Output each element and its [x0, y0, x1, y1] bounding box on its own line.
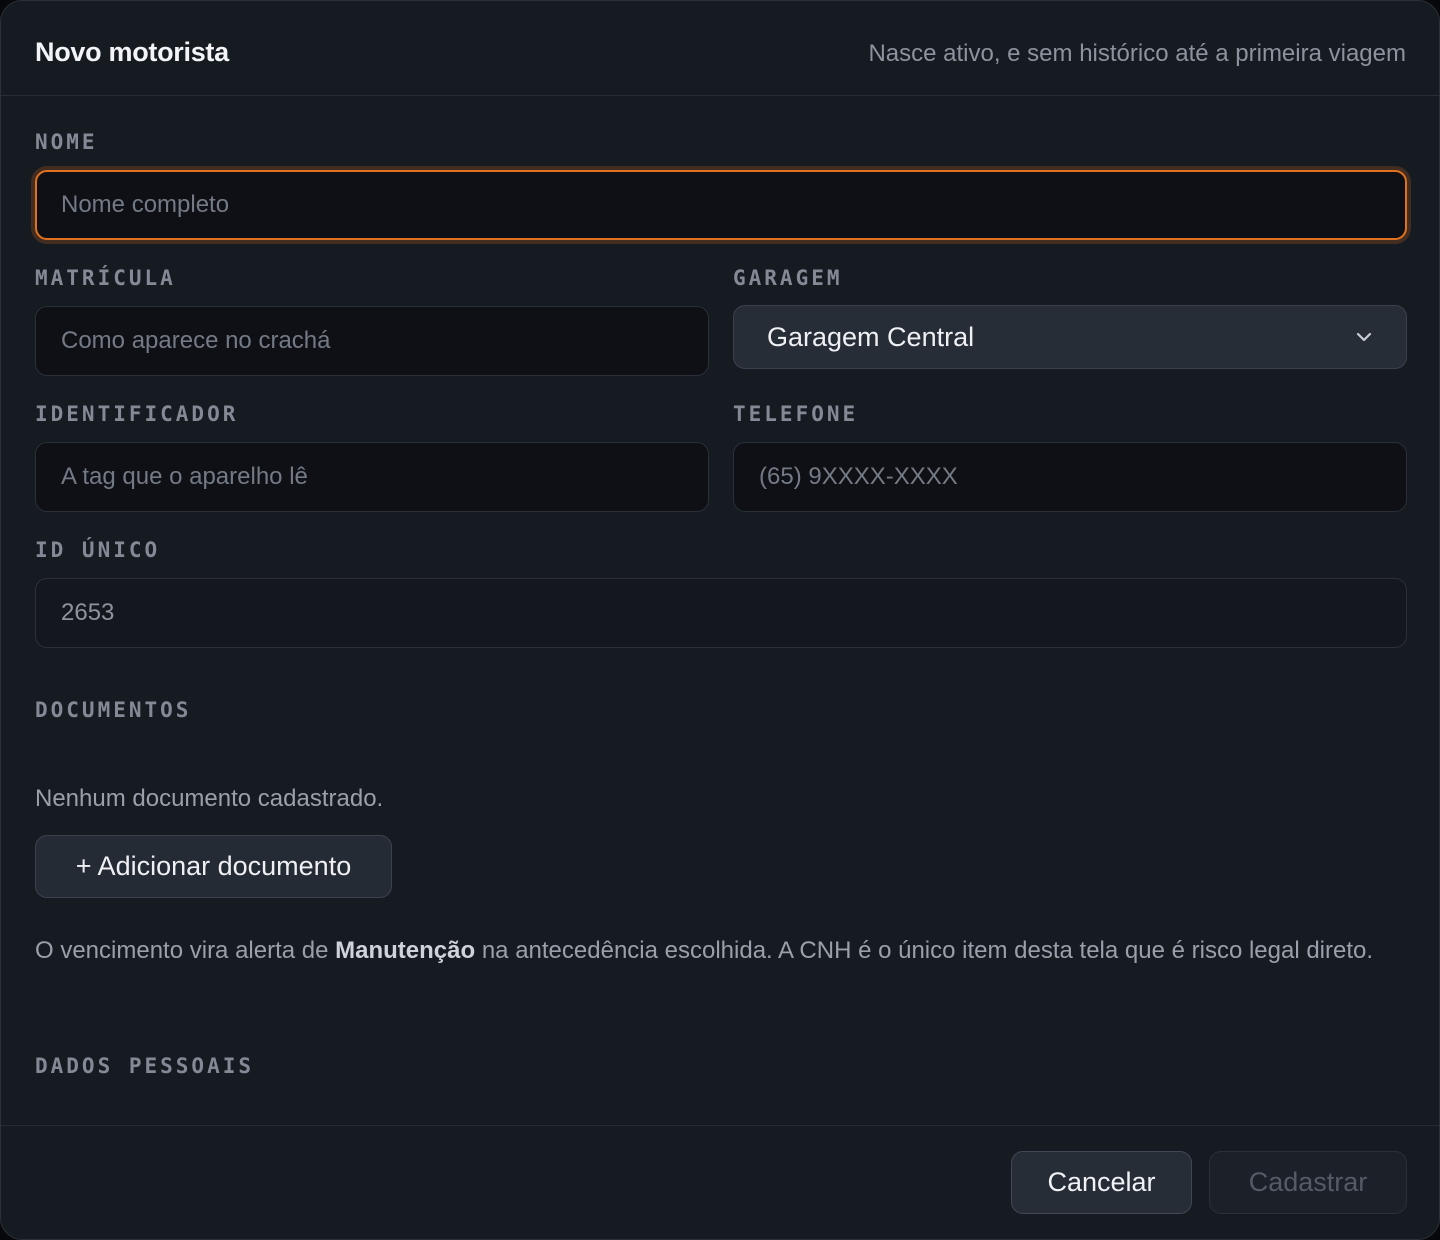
matricula-input[interactable]: Como aparece no crachá: [35, 306, 709, 376]
documentos-empty-state: Nenhum documento cadastrado.: [35, 785, 384, 812]
nome-placeholder: Nome completo: [61, 191, 230, 218]
new-driver-dialog: Novo motorista Nasce ativo, e sem histór…: [0, 0, 1440, 1240]
note-highlight: Manutenção: [335, 937, 476, 964]
garagem-label: GARAGEM: [733, 266, 843, 290]
nome-label: NOME: [35, 130, 98, 154]
add-document-button[interactable]: + Adicionar documento: [35, 835, 392, 898]
identificador-placeholder: A tag que o aparelho lê: [61, 463, 308, 490]
matricula-placeholder: Como aparece no crachá: [61, 327, 331, 354]
telefone-input[interactable]: (65) 9XXXX-XXXX: [733, 442, 1407, 512]
id-unico-label: ID ÚNICO: [35, 538, 161, 562]
note-text-end: na antecedência escolhida. A CNH é o úni…: [475, 937, 1374, 964]
telefone-placeholder: (65) 9XXXX-XXXX: [759, 463, 958, 490]
submit-button[interactable]: Cadastrar: [1209, 1151, 1407, 1214]
dialog-title: Novo motorista: [35, 37, 229, 67]
documentos-note: O vencimento vira alerta de Manutenção n…: [35, 932, 1395, 970]
id-unico-value: 2653: [61, 599, 115, 626]
identificador-input[interactable]: A tag que o aparelho lê: [35, 442, 709, 512]
cancel-button[interactable]: Cancelar: [1011, 1151, 1192, 1214]
telefone-label: TELEFONE: [733, 402, 859, 426]
id-unico-field[interactable]: 2653: [35, 578, 1407, 648]
garagem-selected-value: Garagem Central: [767, 321, 975, 352]
dialog-header: Novo motorista Nasce ativo, e sem histór…: [1, 1, 1439, 96]
note-text: O vencimento vira alerta de: [35, 937, 336, 964]
nome-input[interactable]: Nome completo: [35, 170, 1407, 240]
matricula-label: MATRÍCULA: [35, 266, 176, 290]
garagem-select[interactable]: Garagem Central: [733, 305, 1407, 369]
dados-pessoais-label: DADOS PESSOAIS: [35, 1054, 255, 1078]
chevron-down-icon: [1355, 328, 1373, 346]
dialog-subtitle: Nasce ativo, e sem histórico até a prime…: [868, 40, 1406, 67]
documentos-label: DOCUMENTOS: [35, 698, 192, 722]
identificador-label: IDENTIFICADOR: [35, 402, 239, 426]
